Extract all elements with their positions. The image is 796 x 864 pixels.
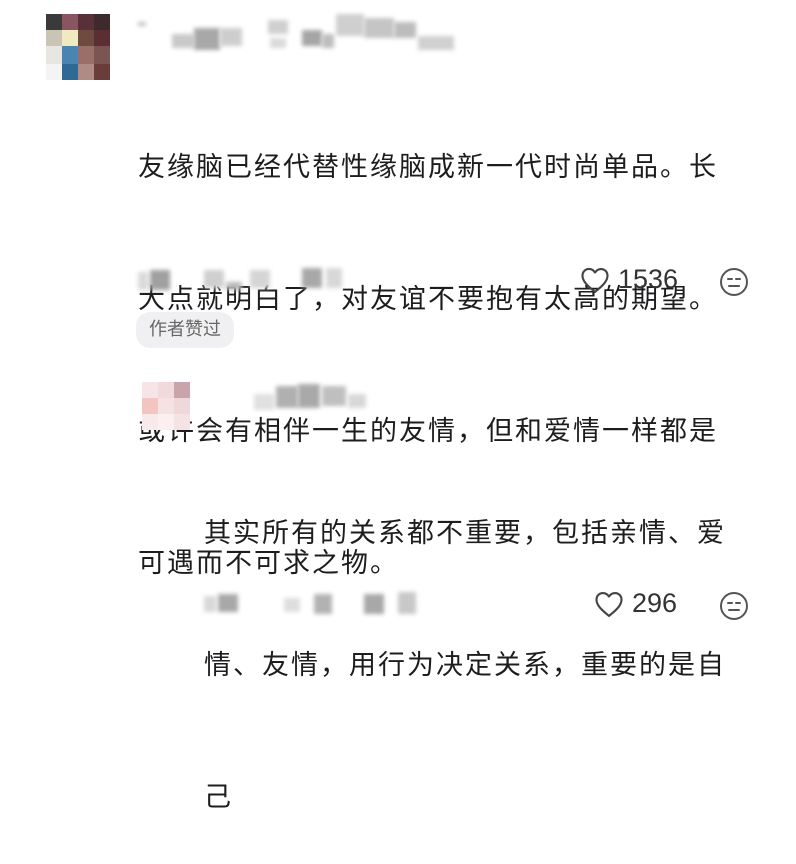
username-blurred[interactable] (138, 14, 468, 54)
reply-username-blurred[interactable] (254, 380, 374, 416)
comment-meta-blurred (138, 266, 368, 298)
reply-text: 其实所有的关系都不重要，包括亲情、爱 情、友情，用行为决定关系，重要的是自 己 (204, 424, 774, 864)
reply-line: 情、友情，用行为决定关系，重要的是自 (204, 650, 726, 681)
author-liked-badge: 作者赞过 (136, 312, 234, 348)
like-count: 1536 (618, 264, 679, 294)
reply-line: 其实所有的关系都不重要，包括亲情、爱 (204, 518, 726, 549)
reply-meta-blurred (204, 590, 424, 622)
like-button[interactable]: 1536 (580, 264, 678, 295)
reply-line: 己 (204, 782, 233, 813)
heart-outline-icon (595, 591, 623, 617)
reply-like-count: 296 (632, 588, 678, 618)
neutral-face-icon[interactable] (719, 591, 749, 621)
avatar[interactable] (46, 14, 110, 80)
neutral-face-icon[interactable] (719, 267, 749, 297)
reply-like-button[interactable]: 296 (594, 588, 677, 619)
heart-outline-icon (581, 267, 609, 293)
comment-line: 友缘脑已经代替性缘脑成新一代时尚单品。长 (138, 152, 718, 183)
reply-avatar[interactable] (142, 382, 190, 430)
